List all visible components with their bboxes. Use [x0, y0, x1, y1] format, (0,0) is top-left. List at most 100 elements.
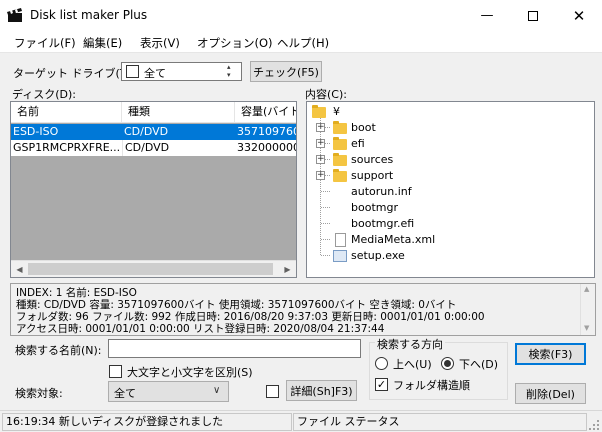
target-drive-label: ターゲット ドライブ(T): — [13, 67, 135, 80]
target-checkbox[interactable] — [126, 65, 139, 78]
column-header-size[interactable]: 容量(バイト) — [235, 102, 296, 123]
tree-root-label: ¥ — [333, 105, 340, 118]
disk-info-panel: INDEX: 1 名前: ESD-ISO 種類: CD/DVD 容量: 3571… — [10, 283, 596, 336]
tree-file-label: setup.exe — [351, 249, 405, 262]
expand-icon[interactable]: + — [316, 139, 325, 148]
disk-type: CD/DVD — [124, 125, 169, 138]
menu-bar: ファイル(F) 編集(E) 表示(V) オプション(O) ヘルプ(H) — [0, 31, 602, 53]
tree-folder-item[interactable]: + efi — [307, 136, 507, 152]
minimize-icon: — — [480, 8, 494, 23]
tree-folder-label: boot — [351, 121, 376, 134]
search-target-select[interactable]: 全て ∨ — [108, 381, 229, 402]
folder-open-icon — [312, 105, 326, 118]
title-bar[interactable]: Disk list maker Plus — ✕ — [0, 0, 602, 31]
tree-file-label: autorun.inf — [351, 185, 412, 198]
tree-file-item[interactable]: MediaMeta.xml — [307, 232, 507, 248]
search-target-value: 全て — [114, 387, 136, 400]
check-button[interactable]: チェック(F5) — [250, 61, 322, 82]
disk-size: 3571097600 — [237, 125, 296, 138]
folder-order-checkbox[interactable]: ✓ — [375, 378, 388, 391]
scroll-down-icon[interactable]: ▼ — [584, 324, 589, 332]
tree-file-item[interactable]: setup.exe — [307, 248, 507, 264]
clapperboard-icon — [7, 8, 22, 22]
setup-app-icon — [333, 250, 347, 262]
folder-icon — [333, 137, 347, 150]
close-button[interactable]: ✕ — [556, 0, 602, 31]
scroll-left-icon[interactable]: ◀ — [11, 261, 28, 277]
up-radio[interactable] — [375, 357, 388, 370]
info-scrollbar[interactable]: ▲ ▼ — [580, 284, 595, 335]
search-button[interactable]: 検索(F3) — [515, 343, 586, 365]
radio-selected-dot — [444, 360, 451, 367]
chevron-down-icon: ∨ — [213, 385, 221, 396]
menu-view[interactable]: 表示(V) — [140, 35, 180, 51]
maximize-button[interactable] — [510, 0, 556, 31]
close-icon: ✕ — [572, 6, 586, 25]
tree-file-item[interactable]: bootmgr.efi — [307, 216, 507, 232]
tree-file-label: bootmgr — [351, 201, 398, 214]
file-icon — [335, 233, 346, 247]
disk-row[interactable]: ESD-ISO CD/DVD 3571097600 — [11, 124, 296, 140]
status-bar: 16:19:34 新しいディスクが登録されました ファイル ステータス — [0, 410, 602, 432]
expand-icon[interactable]: + — [316, 155, 325, 164]
menu-file[interactable]: ファイル(F) — [14, 35, 76, 51]
expand-icon[interactable]: + — [316, 123, 325, 132]
folder-icon — [333, 121, 347, 134]
search-name-label: 検索する名前(N): — [15, 344, 102, 357]
detail-button[interactable]: 詳細(Sh]F3) — [286, 380, 357, 401]
menu-options[interactable]: オプション(O) — [197, 35, 273, 51]
tree-folder-label: sources — [351, 153, 394, 166]
folder-icon — [333, 169, 347, 182]
column-header-type[interactable]: 種類 — [122, 102, 235, 123]
folder-icon — [333, 153, 347, 166]
menu-help[interactable]: ヘルプ(H) — [277, 35, 329, 51]
tree-folder-item[interactable]: + support — [307, 168, 507, 184]
target-drive-value: 全て — [144, 67, 166, 80]
contents-label: 内容(C): — [305, 88, 347, 101]
disk-label: ディスク(D): — [12, 88, 76, 101]
status-message: 16:19:34 新しいディスクが登録されました — [2, 413, 292, 431]
contents-tree[interactable]: ¥ + boot + efi + sources + support autor… — [306, 101, 595, 278]
tree-file-item[interactable]: autorun.inf — [307, 184, 507, 200]
detail-checkbox[interactable] — [266, 385, 279, 398]
tree-file-item[interactable]: bootmgr — [307, 200, 507, 216]
disk-list[interactable]: 名前 種類 容量(バイト) ESD-ISO CD/DVD 3571097600 … — [10, 101, 297, 278]
down-radio[interactable] — [441, 357, 454, 370]
scrollbar-thumb[interactable] — [28, 263, 273, 275]
spin-arrows-icon[interactable]: ▴ ▾ — [227, 63, 231, 79]
tree-folder-label: support — [351, 169, 394, 182]
resize-grip-icon[interactable] — [588, 419, 600, 431]
column-header-name[interactable]: 名前 — [11, 102, 122, 123]
search-direction-label: 検索する方向 — [375, 336, 445, 352]
file-status: ファイル ステータス — [293, 413, 587, 431]
case-sensitive-label: 大文字と小文字を区別(S) — [127, 366, 253, 379]
disk-type: CD/DVD — [122, 140, 235, 156]
maximize-icon — [528, 10, 538, 21]
case-sensitive-checkbox[interactable] — [109, 365, 122, 378]
window-title: Disk list maker Plus — [30, 8, 148, 22]
search-target-label: 検索対象: — [15, 387, 63, 400]
scroll-up-icon[interactable]: ▲ — [584, 285, 589, 293]
checkmark-icon: ✓ — [376, 378, 387, 391]
down-radio-label: 下へ(D) — [459, 358, 499, 371]
tree-folder-item[interactable]: + boot — [307, 120, 507, 136]
tree-file-label: bootmgr.efi — [351, 217, 415, 230]
menu-edit[interactable]: 編集(E) — [83, 35, 122, 51]
disk-name: ESD-ISO — [13, 125, 59, 138]
scroll-right-icon[interactable]: ▶ — [279, 261, 296, 277]
up-radio-label: 上へ(U) — [393, 358, 432, 371]
folder-order-label: フォルダ構造順 — [393, 379, 470, 392]
search-name-input[interactable] — [108, 339, 361, 358]
disk-name: GSP1RMCPRXFRE... — [13, 141, 121, 154]
disk-row[interactable]: GSP1RMCPRXFRE... CD/DVD 3320000000 — [11, 140, 296, 156]
expand-icon[interactable]: + — [316, 171, 325, 180]
delete-button[interactable]: 削除(Del) — [515, 383, 586, 404]
target-drive-spinner[interactable]: 全て ▴ ▾ — [121, 62, 242, 81]
tree-folder-label: efi — [351, 137, 365, 150]
tree-folder-item[interactable]: + sources — [307, 152, 507, 168]
info-line: アクセス日時: 0001/01/01 0:00:00 リスト登録日時: 2020… — [16, 323, 385, 335]
disk-size: 3320000000 — [237, 141, 296, 154]
tree-file-label: MediaMeta.xml — [351, 233, 436, 246]
minimize-button[interactable]: — — [464, 0, 510, 31]
horizontal-scrollbar[interactable]: ◀ ▶ — [11, 260, 296, 277]
